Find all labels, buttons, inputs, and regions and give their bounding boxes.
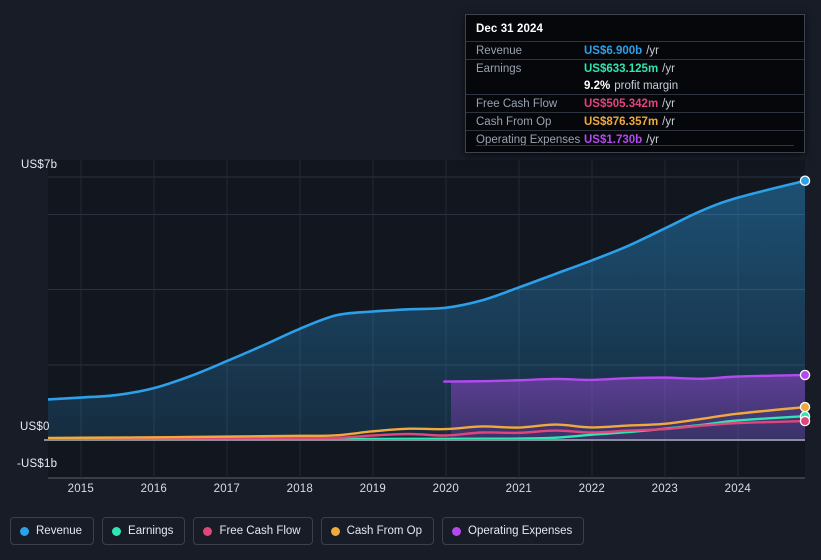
legend-item-label: Revenue <box>36 525 83 537</box>
tooltip-row-value: US$876.357m <box>584 115 659 128</box>
x-axis-tick-2016: 2016 <box>140 483 167 495</box>
legend-color-dot-icon <box>452 526 462 536</box>
tooltip-row-label: Free Cash Flow <box>476 97 558 110</box>
profit-margin-label: profit margin <box>614 79 679 92</box>
x-axis-tick-2021: 2021 <box>505 483 532 495</box>
x-axis-tick-2019: 2019 <box>359 483 386 495</box>
tooltip-row-suffix: /yr <box>646 133 659 146</box>
legend-item-label: Cash From Op <box>346 525 423 537</box>
x-axis-tick-2018: 2018 <box>286 483 313 495</box>
x-axis-tick-2023: 2023 <box>651 483 678 495</box>
legend-item-free-cash-flow[interactable]: Free Cash Flow <box>193 517 313 545</box>
tooltip-row-value: US$505.342m <box>584 97 659 110</box>
legend-color-dot-icon <box>112 526 122 536</box>
x-axis-tick-2017: 2017 <box>213 483 240 495</box>
tooltip-row-free-cash-flow: Free Cash Flow US$505.342m/yr <box>466 94 804 112</box>
legend-item-label: Operating Expenses <box>468 525 573 537</box>
tooltip-row-suffix: /yr <box>662 97 675 110</box>
tooltip-date: Dec 31 2024 <box>476 23 543 35</box>
x-axis-labels: 2015 2016 2017 2018 2019 2020 2021 2022 2023 2024 <box>0 483 821 503</box>
tooltip-row-value: US$1.730b <box>584 133 643 146</box>
x-axis-tick-2015: 2015 <box>67 483 94 495</box>
legend-item-operating-expenses[interactable]: Operating Expenses <box>442 517 585 545</box>
tooltip-row-suffix: /yr <box>662 115 675 128</box>
data-tooltip: Dec 31 2024 Revenue US$6.900b/yr Earnings U… <box>465 14 805 153</box>
legend-item-label: Free Cash Flow <box>219 525 301 537</box>
financial-chart-widget: US$7b US$0 -US$1b 2015 2016 2017 2018 2019 20… <box>0 0 821 560</box>
legend-color-dot-icon <box>20 526 29 536</box>
tooltip-row-profit-margin: 9.2% profit margin <box>466 77 804 94</box>
tooltip-row-value: US$633.125m <box>584 62 659 75</box>
tooltip-row-label: Cash From Op <box>476 115 552 128</box>
y-axis-label-zero: US$0 <box>20 421 50 433</box>
legend-color-dot-icon <box>330 526 340 536</box>
tooltip-row-earnings: Earnings US$633.125m/yr <box>466 59 804 77</box>
tooltip-row-label: Revenue <box>476 44 523 57</box>
tooltip-row-label: Operating Expenses <box>476 133 581 146</box>
x-axis-tick-2020: 2020 <box>432 483 459 495</box>
tooltip-row-suffix: /yr <box>662 62 675 75</box>
tooltip-rows: Revenue US$6.900b/yr Earnings US$633.125m/y… <box>466 41 804 148</box>
legend-item-earnings[interactable]: Earnings <box>102 517 186 545</box>
legend-color-dot-icon <box>203 526 213 536</box>
tooltip-row-suffix: /yr <box>646 44 659 57</box>
tooltip-bottom-divider <box>476 145 794 146</box>
y-axis-label-top: US$7b <box>21 159 58 171</box>
y-axis-label-bottom: -US$1b <box>17 458 58 470</box>
legend-item-revenue[interactable]: Revenue <box>10 517 95 545</box>
tooltip-row-revenue: Revenue US$6.900b/yr <box>466 41 804 59</box>
chart-legend[interactable]: Revenue Earnings Free Cash Flow Cash From O… <box>10 517 585 545</box>
tooltip-row-cash-from-op: Cash From Op US$876.357m/yr <box>466 112 804 130</box>
x-axis-tick-2022: 2022 <box>578 483 605 495</box>
legend-item-label: Earnings <box>128 525 174 537</box>
legend-item-cash-from-op[interactable]: Cash From Op <box>320 517 435 545</box>
tooltip-row-label: Earnings <box>476 62 522 75</box>
profit-margin-value: 9.2% <box>584 79 611 92</box>
tooltip-row-value: US$6.900b <box>584 44 643 57</box>
x-axis-tick-2024: 2024 <box>724 483 751 495</box>
